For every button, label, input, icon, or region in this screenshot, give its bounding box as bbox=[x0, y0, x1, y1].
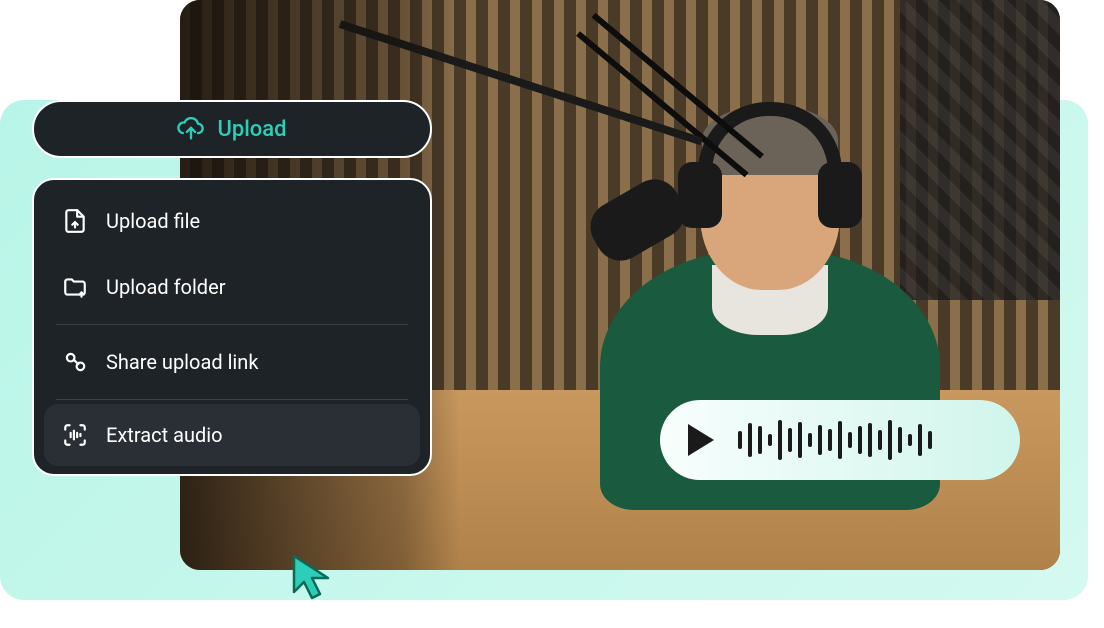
wave-bar bbox=[818, 425, 822, 455]
wave-bar bbox=[868, 423, 872, 457]
audio-player bbox=[660, 400, 1020, 480]
menu-item-extract-audio[interactable]: Extract audio bbox=[44, 404, 420, 466]
menu-divider bbox=[56, 324, 408, 325]
wave-bar bbox=[918, 424, 922, 456]
wave-bar bbox=[878, 430, 882, 450]
wave-bar bbox=[858, 426, 862, 454]
wave-bar bbox=[898, 427, 902, 453]
upload-button-label: Upload bbox=[217, 117, 286, 142]
wave-bar bbox=[738, 431, 742, 449]
menu-item-upload-file[interactable]: Upload file bbox=[34, 188, 430, 254]
wave-bar bbox=[808, 433, 812, 447]
folder-upload-icon bbox=[62, 274, 88, 300]
wave-bar bbox=[748, 423, 752, 457]
menu-item-upload-folder[interactable]: Upload folder bbox=[34, 254, 430, 320]
share-link-icon bbox=[62, 349, 88, 375]
wave-bar bbox=[908, 434, 912, 446]
wave-bar bbox=[778, 420, 782, 460]
wave-bar bbox=[848, 432, 852, 448]
menu-item-label: Upload file bbox=[106, 209, 200, 233]
wave-bar bbox=[768, 434, 772, 446]
extract-audio-icon bbox=[62, 422, 88, 448]
wave-bar bbox=[888, 420, 892, 460]
menu-item-label: Extract audio bbox=[106, 423, 223, 447]
wave-bar bbox=[838, 421, 842, 459]
menu-item-share-link[interactable]: Share upload link bbox=[34, 329, 430, 395]
file-upload-icon bbox=[62, 208, 88, 234]
cursor-icon bbox=[288, 552, 338, 602]
wave-bar bbox=[828, 429, 832, 451]
wave-bar bbox=[928, 431, 932, 449]
upload-dropdown-menu: Upload file Upload folder Share upload l… bbox=[32, 178, 432, 476]
waveform-display[interactable] bbox=[738, 418, 932, 462]
wave-bar bbox=[758, 426, 762, 454]
wave-bar bbox=[788, 428, 792, 452]
upload-button[interactable]: Upload bbox=[32, 100, 432, 158]
play-button[interactable] bbox=[688, 424, 714, 456]
menu-item-label: Share upload link bbox=[106, 350, 258, 374]
menu-divider bbox=[56, 399, 408, 400]
menu-item-label: Upload folder bbox=[106, 275, 225, 299]
cloud-upload-icon bbox=[177, 117, 205, 141]
wave-bar bbox=[798, 422, 802, 458]
